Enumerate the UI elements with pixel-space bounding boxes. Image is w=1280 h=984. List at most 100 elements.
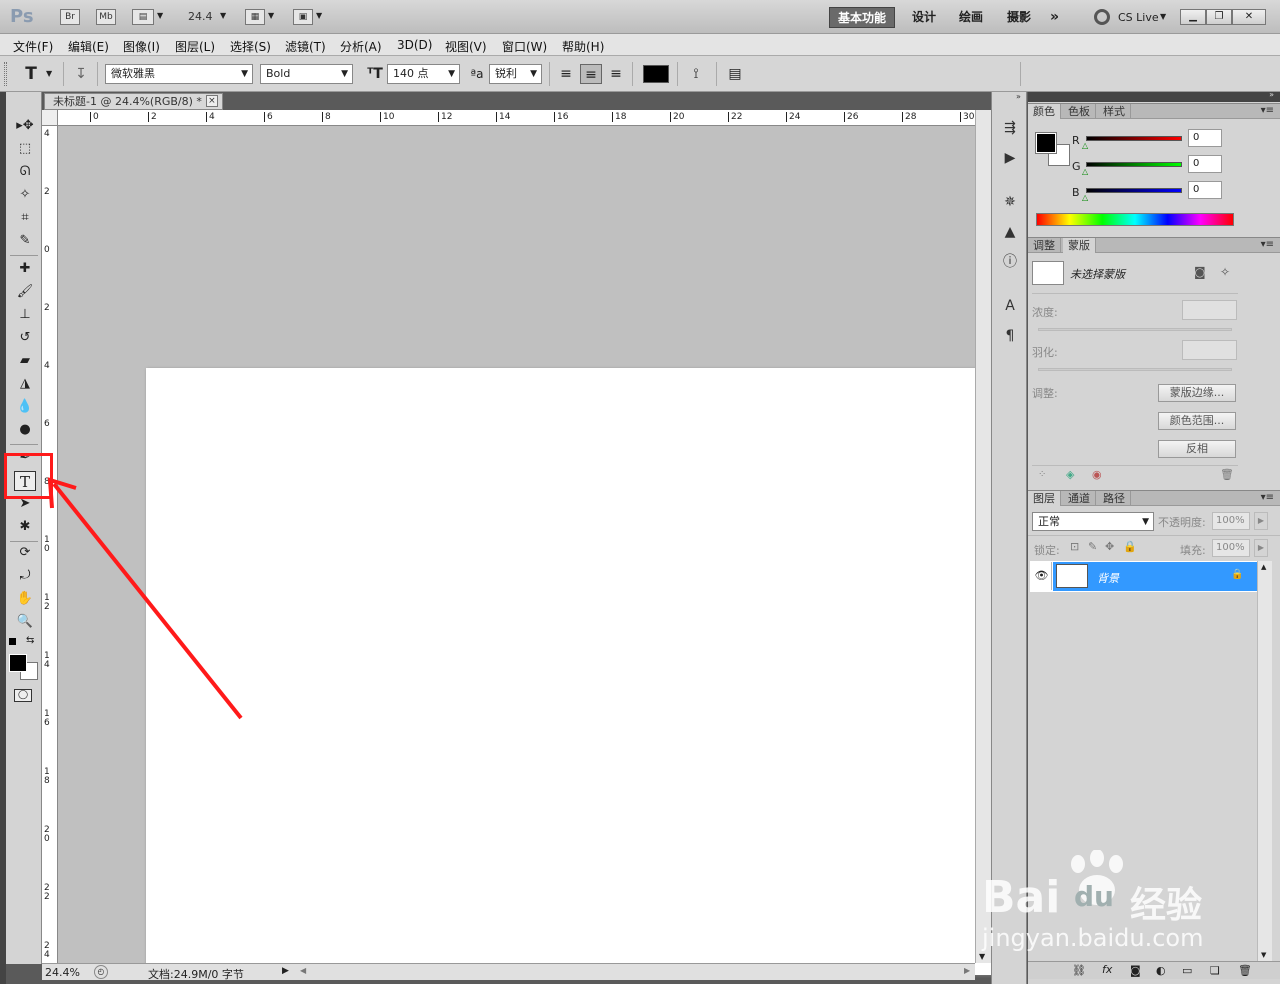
disable-mask-icon[interactable]: ◉	[1092, 468, 1102, 481]
panel-menu-icon[interactable]: ▾≡	[1261, 492, 1274, 503]
ruler-origin[interactable]	[42, 110, 58, 126]
close-icon[interactable]: ×	[205, 95, 218, 107]
chevron-down-icon[interactable]: ▼	[46, 69, 52, 78]
slider-thumb-icon[interactable]: △	[1082, 141, 1088, 150]
swap-colors-icon[interactable]: ⇆	[26, 635, 34, 646]
cslive-icon[interactable]	[1094, 9, 1110, 25]
document-tab[interactable]: 未标题-1 @ 24.4%(RGB/8) * ×	[44, 93, 223, 110]
layer-style-icon[interactable]: fx	[1102, 963, 1112, 976]
channel-g-input[interactable]: 0	[1188, 155, 1222, 173]
text-tool-preset-icon[interactable]: T	[20, 64, 42, 84]
zoom-tool-icon[interactable]: 🔍	[14, 612, 36, 632]
tab-styles[interactable]: 样式	[1098, 104, 1131, 119]
bridge-button[interactable]: Br	[60, 9, 80, 25]
cslive-button[interactable]: CS Live	[1118, 11, 1159, 24]
tab-masks[interactable]: 蒙版	[1063, 238, 1096, 253]
color-ramp[interactable]	[1036, 213, 1234, 226]
feather-slider[interactable]	[1038, 368, 1232, 371]
density-input[interactable]	[1182, 300, 1237, 320]
dodge-tool-icon[interactable]: ●	[14, 420, 36, 440]
antialias-select[interactable]: 锐利 ▼	[489, 64, 542, 84]
channel-g-slider[interactable]	[1086, 162, 1182, 167]
character-panel-icon[interactable]: A	[1000, 296, 1020, 316]
scroll-down-icon[interactable]: ▼	[1261, 951, 1266, 959]
chevron-down-icon[interactable]: ▼	[1160, 12, 1166, 21]
quick-mask-icon[interactable]: ◯	[14, 689, 32, 702]
quick-select-tool-icon[interactable]: ✧	[14, 185, 36, 205]
horizontal-ruler[interactable]: 0 2 4 6 8 10 12 14 16 18 20 22 24 26 28 30	[58, 110, 975, 126]
chevron-down-icon[interactable]: ▼	[316, 11, 322, 20]
chevron-down-icon[interactable]: ▼	[157, 11, 163, 20]
chevron-down-icon[interactable]: ▼	[220, 11, 226, 20]
history-panel-icon[interactable]: ⇶	[1000, 118, 1020, 138]
fill-input[interactable]: 100%	[1212, 539, 1250, 557]
slider-thumb-icon[interactable]: △	[1082, 193, 1088, 202]
link-layers-icon[interactable]: ⛓	[1072, 964, 1086, 977]
font-family-select[interactable]: 微软雅黑 ▼	[105, 64, 253, 84]
tab-color[interactable]: 颜色	[1028, 104, 1061, 119]
fill-slider-arrow-icon[interactable]: ▶	[1254, 539, 1268, 557]
workspace-painting[interactable]: 绘画	[951, 7, 991, 28]
menu-view[interactable]: 视图(V)	[445, 38, 487, 55]
crop-tool-icon[interactable]: ⌗	[14, 208, 36, 228]
character-panel-icon[interactable]: ▤	[724, 64, 746, 84]
layer-row-background[interactable]: 背景 🔒	[1053, 562, 1258, 591]
mask-edge-button[interactable]: 蒙版边缘...	[1158, 384, 1236, 402]
pixel-mask-icon[interactable]: ◙	[1194, 265, 1206, 279]
foreground-color-swatch[interactable]	[9, 654, 27, 672]
tab-paths[interactable]: 路径	[1098, 491, 1131, 506]
new-group-icon[interactable]: ▭	[1182, 964, 1192, 977]
histogram-panel-icon[interactable]: ▲	[1000, 222, 1020, 242]
menu-filter[interactable]: 滤镜(T)	[285, 38, 326, 55]
scroll-up-icon[interactable]: ▲	[1261, 563, 1266, 571]
panel-menu-icon[interactable]: ▾≡	[1261, 239, 1274, 250]
workspace-design[interactable]: 设计	[904, 7, 944, 28]
adjustment-layer-icon[interactable]: ◐	[1156, 964, 1166, 977]
workspace-essentials[interactable]: 基本功能	[829, 7, 896, 28]
navigator-panel-icon[interactable]: ✵	[1000, 192, 1020, 212]
panel-menu-icon[interactable]: ▾≡	[1261, 105, 1274, 116]
lock-all-icon[interactable]: 🔒	[1123, 540, 1137, 553]
info-panel-icon[interactable]: ⓘ	[1000, 252, 1020, 272]
channel-r-slider[interactable]	[1086, 136, 1182, 141]
opacity-input[interactable]: 100%	[1212, 512, 1250, 530]
options-grip[interactable]	[4, 62, 7, 86]
menu-edit[interactable]: 编辑(E)	[68, 38, 109, 55]
scroll-right-icon[interactable]: ▶	[964, 966, 970, 975]
actions-panel-icon[interactable]: ▶	[1000, 148, 1020, 168]
align-right-icon[interactable]: ≡	[605, 64, 627, 84]
feather-input[interactable]	[1182, 340, 1237, 360]
text-orientation-icon[interactable]: ↧	[70, 64, 92, 84]
status-menu-arrow-icon[interactable]: ▶	[282, 966, 289, 976]
menu-select[interactable]: 选择(S)	[230, 38, 271, 55]
font-size-select[interactable]: 140 点 ▼	[387, 64, 460, 84]
workspace-photography[interactable]: 摄影	[999, 7, 1039, 28]
eraser-tool-icon[interactable]: ▰	[14, 351, 36, 371]
restore-button[interactable]: ❐	[1206, 9, 1232, 25]
clone-stamp-tool-icon[interactable]: ⊥	[14, 305, 36, 325]
channel-r-input[interactable]: 0	[1188, 129, 1222, 147]
menu-layer[interactable]: 图层(L)	[175, 38, 215, 55]
menu-3d[interactable]: 3D(D)	[397, 38, 432, 52]
tab-adjustments[interactable]: 调整	[1028, 238, 1061, 253]
vertical-ruler[interactable]: 4 2 0 2 4 6 8 10 12 14 16 18 20 22 24	[42, 126, 58, 963]
menu-analysis[interactable]: 分析(A)	[340, 38, 382, 55]
close-button[interactable]: ✕	[1232, 9, 1266, 25]
font-style-select[interactable]: Bold ▼	[260, 64, 353, 84]
collapse-dock-icon[interactable]: »	[1016, 92, 1021, 101]
align-left-icon[interactable]: ≡	[555, 64, 577, 84]
color-range-button[interactable]: 颜色范围...	[1158, 412, 1236, 430]
arrange-documents-icon[interactable]: ▦	[245, 9, 265, 25]
opacity-slider-arrow-icon[interactable]: ▶	[1254, 512, 1268, 530]
chevron-down-icon[interactable]: ▼	[268, 11, 274, 20]
density-slider[interactable]	[1038, 328, 1232, 331]
apply-mask-icon[interactable]: ◈	[1066, 468, 1074, 481]
menu-image[interactable]: 图像(I)	[123, 38, 160, 55]
brush-tool-icon[interactable]: 🖌	[14, 282, 36, 302]
channel-b-slider[interactable]	[1086, 188, 1182, 193]
paragraph-panel-icon[interactable]: ¶	[1000, 326, 1020, 346]
vector-mask-icon[interactable]: ✧	[1220, 265, 1230, 279]
scroll-left-icon[interactable]: ◀	[300, 966, 306, 975]
history-brush-tool-icon[interactable]: ↺	[14, 328, 36, 348]
zoom-level[interactable]: 24.4	[188, 10, 213, 23]
